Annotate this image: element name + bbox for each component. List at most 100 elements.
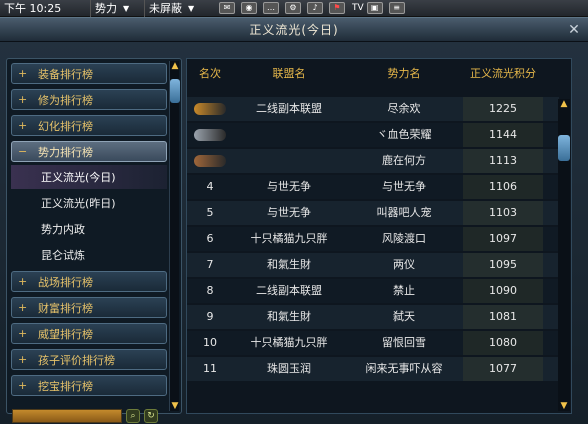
plus-icon: + bbox=[18, 353, 28, 366]
shop-icon[interactable]: ▣ bbox=[366, 2, 383, 14]
faction-name: 与世无争 bbox=[382, 180, 426, 193]
faction-name: 风陵渡口 bbox=[382, 232, 426, 245]
faction-name: 闲来无事吓从容 bbox=[365, 362, 443, 375]
rank-badge-icon bbox=[187, 149, 233, 173]
category-label: 孩子评价排行榜 bbox=[38, 353, 115, 367]
scroll-thumb[interactable] bbox=[558, 135, 570, 161]
plus-icon: + bbox=[18, 67, 28, 80]
category-wealth[interactable]: + 财富排行榜 bbox=[11, 297, 167, 318]
ranking-category-sidebar: + 装备排行榜 + 修为排行榜 + 幻化排行榜 − 势力排行榜 正义流光(今日)… bbox=[6, 58, 182, 414]
mail-icon[interactable]: ✉ bbox=[219, 2, 235, 14]
menu-icon[interactable]: ≡ bbox=[388, 2, 405, 14]
scroll-up-icon[interactable]: ▲ bbox=[170, 61, 180, 71]
category-treasure[interactable]: + 挖宝排行榜 bbox=[11, 375, 167, 396]
category-equipment[interactable]: + 装备排行榜 bbox=[11, 63, 167, 84]
leopard-badge-icon bbox=[194, 129, 226, 141]
faction-name: ヾ血色荣耀 bbox=[376, 128, 432, 141]
chevron-down-icon: ▼ bbox=[123, 3, 130, 13]
table-row[interactable]: 鹿在何方 1113 bbox=[187, 149, 559, 173]
mask-dropdown[interactable]: 未屏蔽 ▼ bbox=[144, 0, 216, 17]
rank-number: 7 bbox=[206, 258, 214, 271]
category-prestige[interactable]: + 威望排行榜 bbox=[11, 323, 167, 344]
plus-icon: + bbox=[18, 119, 28, 132]
table-row[interactable]: 二线副本联盟 尽余欢 1225 bbox=[187, 97, 559, 121]
plus-icon: + bbox=[18, 275, 28, 288]
minus-icon: − bbox=[18, 145, 28, 158]
alliance-name: 珠圆玉润 bbox=[267, 362, 311, 375]
subitem-justice-today[interactable]: 正义流光(今日) bbox=[11, 165, 167, 189]
scroll-down-icon[interactable]: ▼ bbox=[170, 401, 180, 411]
scroll-thumb[interactable] bbox=[170, 79, 180, 103]
music-icon[interactable]: ♪ bbox=[307, 2, 323, 14]
faction-label: 势力 bbox=[95, 2, 117, 15]
table-row[interactable]: 9 和氣生財 弑天 1081 bbox=[187, 305, 559, 329]
table-row[interactable]: 11 珠圆玉润 闲来无事吓从容 1077 bbox=[187, 357, 559, 381]
alliance-name: 二线副本联盟 bbox=[256, 102, 322, 115]
rank-number: 8 bbox=[206, 284, 214, 297]
faction-dropdown[interactable]: 势力 ▼ bbox=[90, 0, 144, 17]
faction-name: 两仪 bbox=[393, 258, 415, 271]
rank-number: 9 bbox=[206, 310, 214, 323]
chat-icon[interactable]: … bbox=[263, 2, 279, 14]
rank-number: 4 bbox=[206, 180, 214, 193]
faction-name: 留恨回雪 bbox=[382, 336, 426, 349]
faction-name: 鹿在何方 bbox=[382, 154, 426, 167]
table-row[interactable]: 5 与世无争 叫器吧人宠 1103 bbox=[187, 201, 559, 225]
category-children[interactable]: + 孩子评价排行榜 bbox=[11, 349, 167, 370]
table-row[interactable]: 6 十只橘猫九只胖 风陵渡口 1097 bbox=[187, 227, 559, 251]
score-value: 1225 bbox=[463, 97, 543, 121]
alliance-name: 十只橘猫九只胖 bbox=[250, 232, 328, 245]
scroll-down-icon[interactable]: ▼ bbox=[558, 401, 570, 411]
alliance-name bbox=[233, 149, 345, 173]
category-battlefield[interactable]: + 战场排行榜 bbox=[11, 271, 167, 292]
table-scrollbar[interactable]: ▲ ▼ bbox=[558, 99, 570, 411]
score-value: 1077 bbox=[463, 357, 543, 381]
subitem-justice-yesterday[interactable]: 正义流光(昨日) bbox=[11, 191, 167, 215]
camera-icon[interactable]: ◉ bbox=[241, 2, 257, 14]
scroll-up-icon[interactable]: ▲ bbox=[558, 99, 570, 109]
settings-icon[interactable]: ⚙ bbox=[285, 2, 301, 14]
faction-name: 弑天 bbox=[393, 310, 415, 323]
alliance-name: 与世无争 bbox=[267, 206, 311, 219]
category-label: 威望排行榜 bbox=[38, 327, 93, 341]
table-row[interactable]: 8 二线副本联盟 禁止 1090 bbox=[187, 279, 559, 303]
plus-icon: + bbox=[18, 301, 28, 314]
window-title: 正义流光(今日) bbox=[0, 18, 588, 42]
flag-icon[interactable]: ⚑ bbox=[329, 2, 345, 14]
close-icon[interactable]: ✕ bbox=[566, 22, 582, 38]
score-value: 1081 bbox=[463, 305, 543, 329]
category-label: 战场排行榜 bbox=[38, 275, 93, 289]
ranking-table: 名次 联盟名 势力名 正义流光积分 二线副本联盟 尽余欢 1225 ヾ血色荣耀 1144… bbox=[186, 58, 572, 414]
table-row[interactable]: 4 与世无争 与世无争 1106 bbox=[187, 175, 559, 199]
category-label: 挖宝排行榜 bbox=[38, 379, 93, 393]
score-value: 1090 bbox=[463, 279, 543, 303]
search-icon[interactable]: ⌕ bbox=[126, 409, 140, 423]
header-alliance: 联盟名 bbox=[272, 67, 306, 80]
subitem-faction-affairs[interactable]: 势力内政 bbox=[11, 217, 167, 241]
table-row[interactable]: 7 和氣生財 两仪 1095 bbox=[187, 253, 559, 277]
category-cultivation[interactable]: + 修为排行榜 bbox=[11, 89, 167, 110]
tv-button[interactable]: TV bbox=[352, 3, 364, 13]
category-transform[interactable]: + 幻化排行榜 bbox=[11, 115, 167, 136]
refresh-icon[interactable]: ↻ bbox=[144, 409, 158, 423]
sidebar-scrollbar[interactable]: ▲ ▼ bbox=[169, 61, 180, 411]
table-row[interactable]: ヾ血色荣耀 1144 bbox=[187, 123, 559, 147]
rank-number: 5 bbox=[206, 206, 214, 219]
rank-number: 11 bbox=[203, 362, 217, 375]
rank-badge-icon bbox=[187, 97, 233, 121]
plus-icon: + bbox=[18, 379, 28, 392]
plus-icon: + bbox=[18, 93, 28, 106]
alliance-name: 与世无争 bbox=[267, 180, 311, 193]
table-row[interactable]: 10 十只橘猫九只胖 留恨回雪 1080 bbox=[187, 331, 559, 355]
score-value: 1106 bbox=[463, 175, 543, 199]
search-input[interactable] bbox=[12, 409, 122, 423]
alliance-name: 和氣生財 bbox=[267, 310, 311, 323]
category-label: 装备排行榜 bbox=[38, 67, 93, 81]
category-faction[interactable]: − 势力排行榜 bbox=[11, 141, 167, 162]
top-status-bar: 下午 10:25 势力 ▼ 未屏蔽 ▼ ✉ ◉ … ⚙ ♪ ⚑ TV ▣ ≡ bbox=[0, 0, 588, 17]
category-label: 幻化排行榜 bbox=[38, 119, 93, 133]
category-label: 财富排行榜 bbox=[38, 301, 93, 315]
leopard-badge-icon bbox=[194, 155, 226, 167]
subitem-kunlun-trial[interactable]: 昆仑试炼 bbox=[11, 243, 167, 267]
score-value: 1144 bbox=[463, 123, 543, 147]
